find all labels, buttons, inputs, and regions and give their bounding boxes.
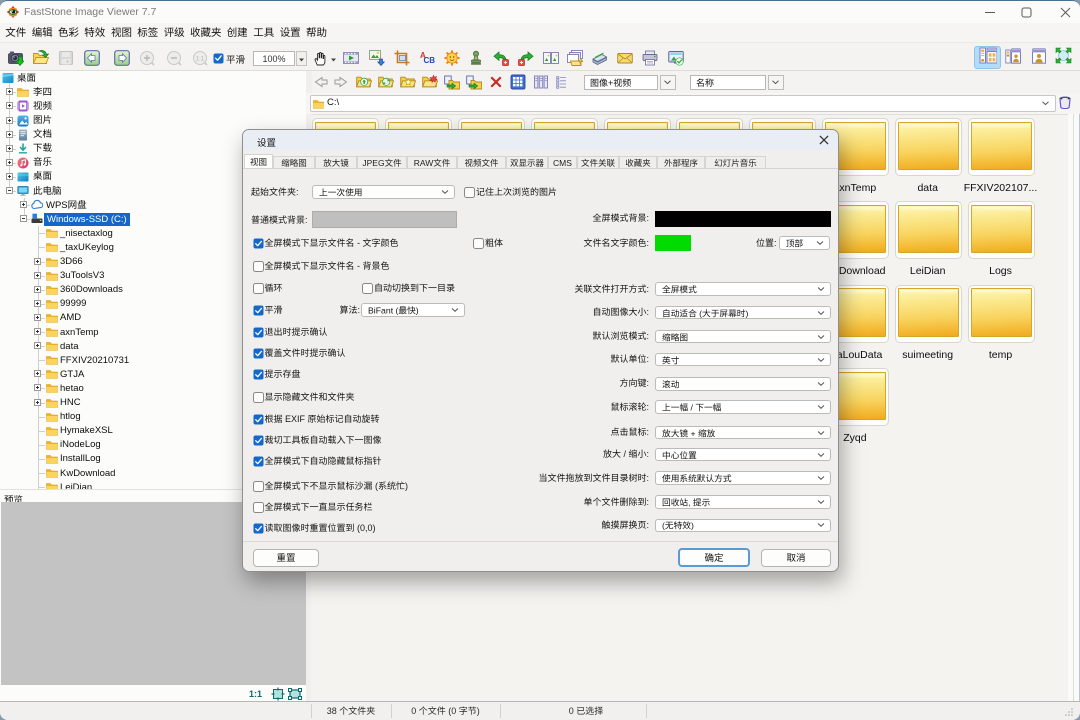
svg-text:1:1: 1:1 bbox=[196, 57, 205, 63]
svg-text:CB: CB bbox=[423, 56, 435, 65]
svg-text:1:1: 1:1 bbox=[249, 689, 262, 699]
